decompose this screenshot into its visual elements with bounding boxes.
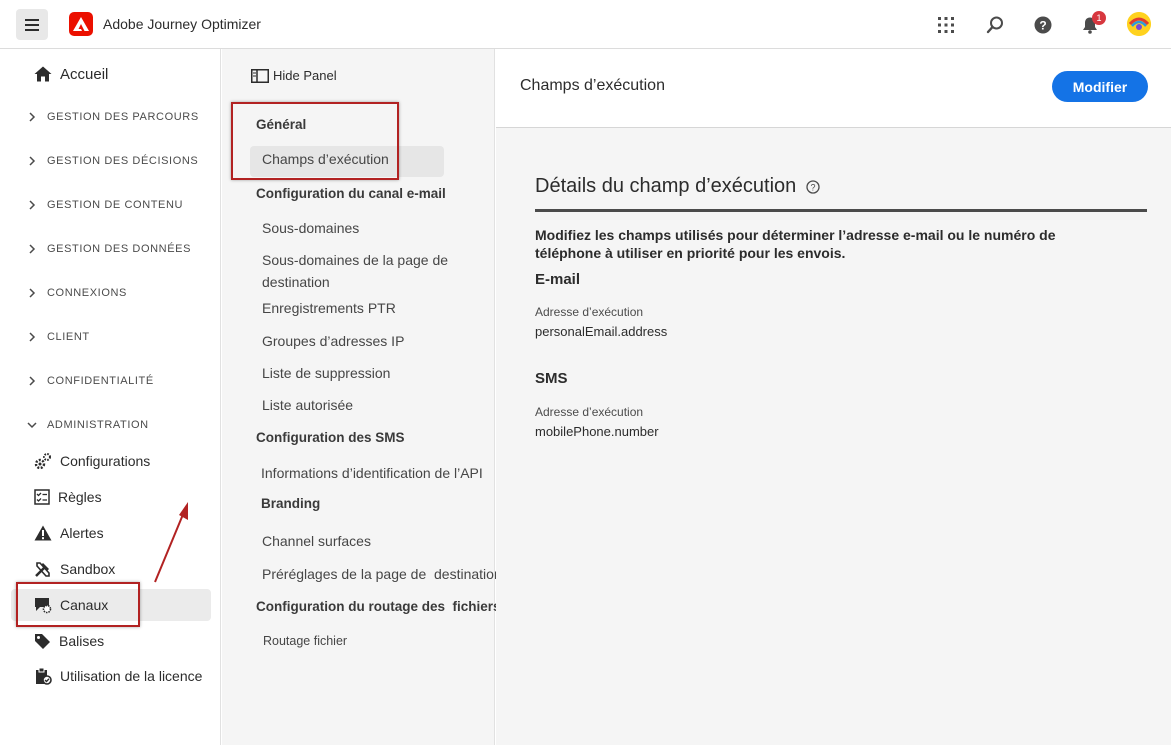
section-label: GESTION DE CONTENU [47,199,184,211]
section-label: CONFIDENTIALITÉ [47,375,154,387]
nav-sandbox[interactable]: Sandbox [34,557,115,581]
details-description: Modifiez les champs utilisés pour déterm… [535,227,1056,261]
menu-button[interactable] [16,9,48,40]
notification-badge: 1 [1092,11,1106,25]
chevron-right-icon [29,112,36,122]
link-preglages-page-destination[interactable]: Préréglages de la page de destination [262,563,502,585]
link-sous-domaines[interactable]: Sous-domaines [262,217,359,239]
section-gestion-parcours[interactable]: GESTION DES PARCOURS [27,107,199,127]
annotation-box-canaux [16,582,140,627]
nav-label: Alertes [60,525,104,541]
app-title: Adobe Journey Optimizer [103,16,261,32]
nav-label: Règles [58,489,102,505]
section-label: GESTION DES DÉCISIONS [47,155,199,167]
section-confidentialite[interactable]: CONFIDENTIALITÉ [27,371,154,391]
heading-branding: Branding [261,496,321,511]
link-routage-fichier[interactable]: Routage fichier [263,630,347,652]
link-groupes-adresses-ip[interactable]: Groupes d’adresses IP [262,330,404,352]
details-heading: Détails du champ d’exécution ? [535,175,820,198]
tag-icon [35,633,50,649]
section-label: ADMINISTRATION [47,419,149,431]
help-icon[interactable]: ? [1031,13,1055,37]
main-content: Champs d’exécution Modifier Détails du c… [496,49,1171,745]
heading-email-config: Configuration du canal e-mail [256,186,446,201]
nav-home-label: Accueil [60,65,109,83]
nav-label: Sandbox [60,561,116,577]
svg-text:?: ? [811,182,816,192]
modify-button[interactable]: Modifier [1052,71,1148,102]
checklist-icon [34,489,50,505]
nav-alertes[interactable]: Alertes [34,521,104,545]
svg-text:?: ? [1039,18,1046,32]
link-enregistrements-ptr[interactable]: Enregistrements PTR [262,297,396,319]
chevron-down-icon [27,422,37,429]
link-informations-api[interactable]: Informations d’identification de l’API [261,462,483,484]
heading-divider [535,209,1147,212]
page-title: Champs d’exécution [520,77,665,94]
hide-panel-button[interactable]: Hide Panel [251,68,337,83]
annotation-arrow [154,502,188,583]
section-label: GESTION DES DONNÉES [47,243,192,255]
nav-utilisation-licence[interactable]: Utilisation de la licence [34,664,202,688]
sms-field-value: mobilePhone.number [535,424,659,439]
chevron-right-icon [29,200,36,210]
content-header: Champs d’exécution Modifier [496,49,1171,128]
chevron-right-icon [29,156,36,166]
sms-section-title: SMS [535,370,568,387]
nav-label: Balises [59,633,105,649]
apps-grid-icon[interactable] [934,13,958,37]
menu-icon [25,18,39,31]
section-label: CLIENT [47,331,90,343]
left-navigation: Accueil GESTION DES PARCOURS GESTION DES… [0,49,221,745]
section-gestion-decisions[interactable]: GESTION DES DÉCISIONS [27,151,198,171]
nav-regles[interactable]: Règles [34,485,102,509]
panel-icon [251,68,269,83]
section-client[interactable]: CLIENT [27,327,90,347]
nav-label: Configurations [60,453,151,469]
details-title-text: Détails du champ d’exécution [535,175,797,197]
license-icon [36,667,52,685]
section-gestion-contenu[interactable]: GESTION DE CONTENU [27,195,183,215]
sms-field-label: Adresse d’exécution [535,405,644,419]
email-field-value: personalEmail.address [535,324,668,339]
link-sous-domaines-page-destination[interactable]: Sous-domaines de la page de destination [262,249,462,293]
info-icon[interactable]: ? [806,179,820,194]
chevron-right-icon [29,376,36,386]
nav-label: Utilisation de la licence [60,668,203,684]
search-icon[interactable] [983,13,1007,37]
heading-routage-fichiers: Configuration du routage des fichiers [256,599,501,614]
hide-panel-label: Hide Panel [273,68,337,83]
annotation-box-general [231,102,399,180]
gears-icon [34,453,51,470]
nav-balises[interactable]: Balises [34,629,104,653]
alert-icon [34,525,52,541]
avatar[interactable] [1127,12,1151,36]
email-section-title: E-mail [535,271,581,288]
email-field-label: Adresse d’exécution [535,305,644,319]
section-administration[interactable]: ADMINISTRATION [27,415,149,435]
link-liste-autorisee[interactable]: Liste autorisée [262,394,353,416]
nav-configurations[interactable]: Configurations [34,449,150,473]
chevron-right-icon [29,244,36,254]
link-channel-surfaces[interactable]: Channel surfaces [262,530,371,552]
section-gestion-donnees[interactable]: GESTION DES DONNÉES [27,239,191,259]
chevron-right-icon [29,332,36,342]
tools-icon [35,562,50,577]
top-bar: Adobe Journey Optimizer ? 1 [0,0,1171,49]
link-liste-suppression[interactable]: Liste de suppression [262,362,390,384]
heading-sms-config: Configuration des SMS [256,430,405,445]
section-label: GESTION DES PARCOURS [47,111,199,123]
adobe-logo[interactable] [69,12,93,36]
section-label: CONNEXIONS [47,287,127,299]
chevron-right-icon [29,288,36,298]
home-icon [34,66,52,82]
section-connexions[interactable]: CONNEXIONS [27,283,127,303]
